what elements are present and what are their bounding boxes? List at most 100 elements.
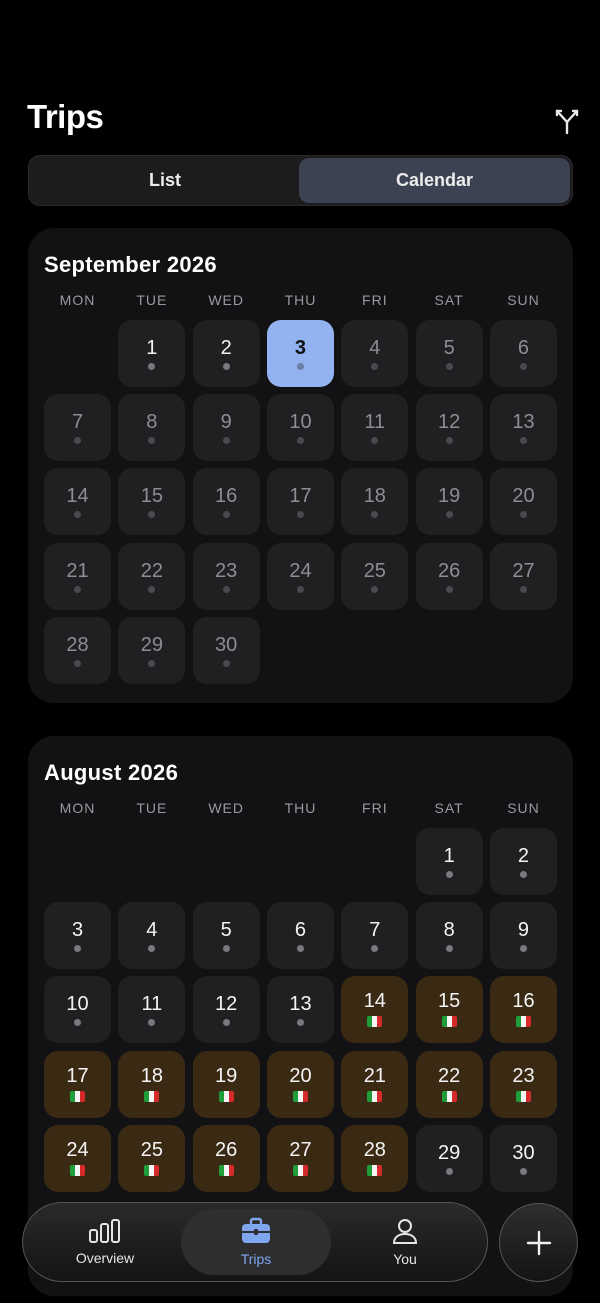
calendar-day[interactable]: 3 — [44, 902, 111, 970]
calendar-day[interactable]: 8 — [415, 902, 483, 970]
calendar-day-trip[interactable]: 21 — [341, 1050, 409, 1118]
calendar-day[interactable]: 1 — [118, 320, 186, 387]
calendar-day[interactable]: 26 — [415, 542, 483, 610]
tab-overview[interactable]: Overview — [53, 1209, 157, 1275]
day-indicator-dot — [222, 1019, 230, 1027]
italy-flag-icon — [367, 1164, 383, 1176]
calendar-day[interactable]: 1 — [415, 828, 483, 895]
calendar-day[interactable]: 25 — [341, 542, 409, 610]
day-number: 28 — [363, 1138, 386, 1161]
calendar-day-today[interactable]: 3 — [266, 320, 334, 387]
calendar-day[interactable]: 22 — [118, 542, 186, 610]
calendar-day[interactable]: 17 — [266, 468, 334, 536]
calendar-day[interactable]: 8 — [118, 394, 186, 462]
calendar-day[interactable]: 7 — [341, 902, 409, 970]
calendar-day[interactable]: 5 — [192, 902, 260, 970]
calendar-day-trip[interactable]: 16 — [489, 976, 557, 1044]
calendar-day[interactable]: 18 — [341, 468, 409, 536]
calendar-day-trip[interactable]: 14 — [341, 976, 409, 1044]
calendar-day[interactable]: 9 — [489, 902, 557, 970]
calendar-day-trip[interactable]: 27 — [266, 1124, 334, 1192]
person-icon — [392, 1219, 418, 1244]
calendar-day[interactable]: 7 — [44, 394, 111, 462]
calendar-day[interactable]: 19 — [415, 468, 483, 536]
calendar-day[interactable]: 27 — [489, 542, 557, 610]
calendar-day-trip[interactable]: 17 — [44, 1050, 111, 1118]
day-indicator-dot — [222, 945, 230, 953]
add-trip-button[interactable] — [499, 1203, 578, 1282]
calendar-day[interactable]: 24 — [266, 542, 334, 610]
calendar-day[interactable]: 29 — [118, 616, 186, 684]
calendar-day-trip[interactable]: 20 — [266, 1050, 334, 1118]
segment-calendar[interactable]: Calendar — [299, 158, 570, 203]
filter-button[interactable] — [549, 104, 585, 138]
calendar-day[interactable]: 11 — [341, 394, 409, 462]
calendar-day[interactable]: 4 — [118, 902, 186, 970]
calendar-day-trip[interactable]: 25 — [118, 1124, 186, 1192]
italy-flag-icon — [441, 1090, 457, 1102]
tab-trips[interactable]: Trips — [181, 1209, 331, 1275]
filter-fork-icon — [555, 109, 579, 135]
plus-icon — [526, 1230, 551, 1255]
calendar-day-trip[interactable]: 23 — [489, 1050, 557, 1118]
calendar-day[interactable]: 16 — [192, 468, 260, 536]
day-number: 23 — [215, 559, 238, 582]
calendar-day[interactable]: 30 — [489, 1124, 557, 1192]
day-indicator-dot — [222, 585, 230, 593]
calendar-day[interactable]: 20 — [489, 468, 557, 536]
calendar-day[interactable]: 2 — [489, 828, 557, 895]
day-indicator-dot — [222, 659, 230, 667]
calendar-day[interactable]: 28 — [44, 616, 111, 684]
calendar-day[interactable]: 23 — [192, 542, 260, 610]
day-number: 23 — [512, 1064, 535, 1087]
calendar-day[interactable]: 2 — [192, 320, 260, 387]
calendar-day[interactable]: 6 — [266, 902, 334, 970]
day-number: 13 — [512, 411, 535, 434]
day-indicator-dot — [148, 511, 156, 519]
calendar-day[interactable]: 5 — [415, 320, 483, 387]
day-indicator-dot — [74, 659, 81, 667]
calendar-day-trip[interactable]: 24 — [44, 1124, 111, 1192]
calendar-day[interactable]: 30 — [192, 616, 260, 684]
calendar-day[interactable]: 15 — [118, 468, 186, 536]
calendar-day[interactable]: 10 — [266, 394, 334, 462]
calendar-day[interactable]: 13 — [266, 976, 334, 1044]
calendar-day-trip[interactable]: 15 — [415, 976, 483, 1044]
day-number: 12 — [215, 993, 238, 1016]
calendar-day-trip[interactable]: 26 — [192, 1124, 260, 1192]
day-number: 18 — [363, 485, 386, 508]
italy-flag-icon — [70, 1090, 85, 1102]
calendar-day[interactable]: 10 — [44, 976, 111, 1044]
weekday-label: FRI — [362, 800, 388, 816]
calendar-day[interactable]: 14 — [44, 468, 111, 536]
day-indicator-dot — [148, 945, 156, 953]
day-indicator-dot — [296, 511, 304, 519]
calendar-day[interactable]: 12 — [192, 976, 260, 1044]
calendar-day[interactable]: 4 — [341, 320, 409, 387]
tab-trips-label: Trips — [240, 1251, 272, 1267]
tab-you-label: You — [393, 1251, 417, 1267]
calendar-day-trip[interactable]: 22 — [415, 1050, 483, 1118]
calendar-day[interactable]: 6 — [489, 320, 557, 387]
calendar-day-trip[interactable]: 18 — [118, 1050, 186, 1118]
calendar-day-trip[interactable]: 28 — [341, 1124, 409, 1192]
calendar-day[interactable]: 9 — [192, 394, 260, 462]
day-indicator-dot — [519, 585, 527, 593]
day-number: 15 — [438, 990, 461, 1013]
day-indicator-dot — [519, 363, 527, 370]
day-number: 5 — [220, 919, 232, 942]
day-number: 29 — [438, 1141, 461, 1164]
segment-list[interactable]: List — [32, 158, 298, 203]
day-indicator-dot — [296, 363, 304, 370]
calendar-day[interactable]: 11 — [118, 976, 186, 1044]
calendar-day[interactable]: 21 — [44, 542, 111, 610]
calendar-day[interactable]: 29 — [415, 1124, 483, 1192]
day-indicator-dot — [74, 1019, 81, 1027]
calendar-day[interactable]: 12 — [415, 394, 483, 462]
day-indicator-dot — [222, 363, 230, 370]
day-indicator-dot — [519, 437, 527, 445]
tab-you[interactable]: You — [353, 1209, 457, 1275]
calendar-day[interactable]: 13 — [489, 394, 557, 462]
calendar-day-trip[interactable]: 19 — [192, 1050, 260, 1118]
day-indicator-dot — [519, 511, 527, 519]
